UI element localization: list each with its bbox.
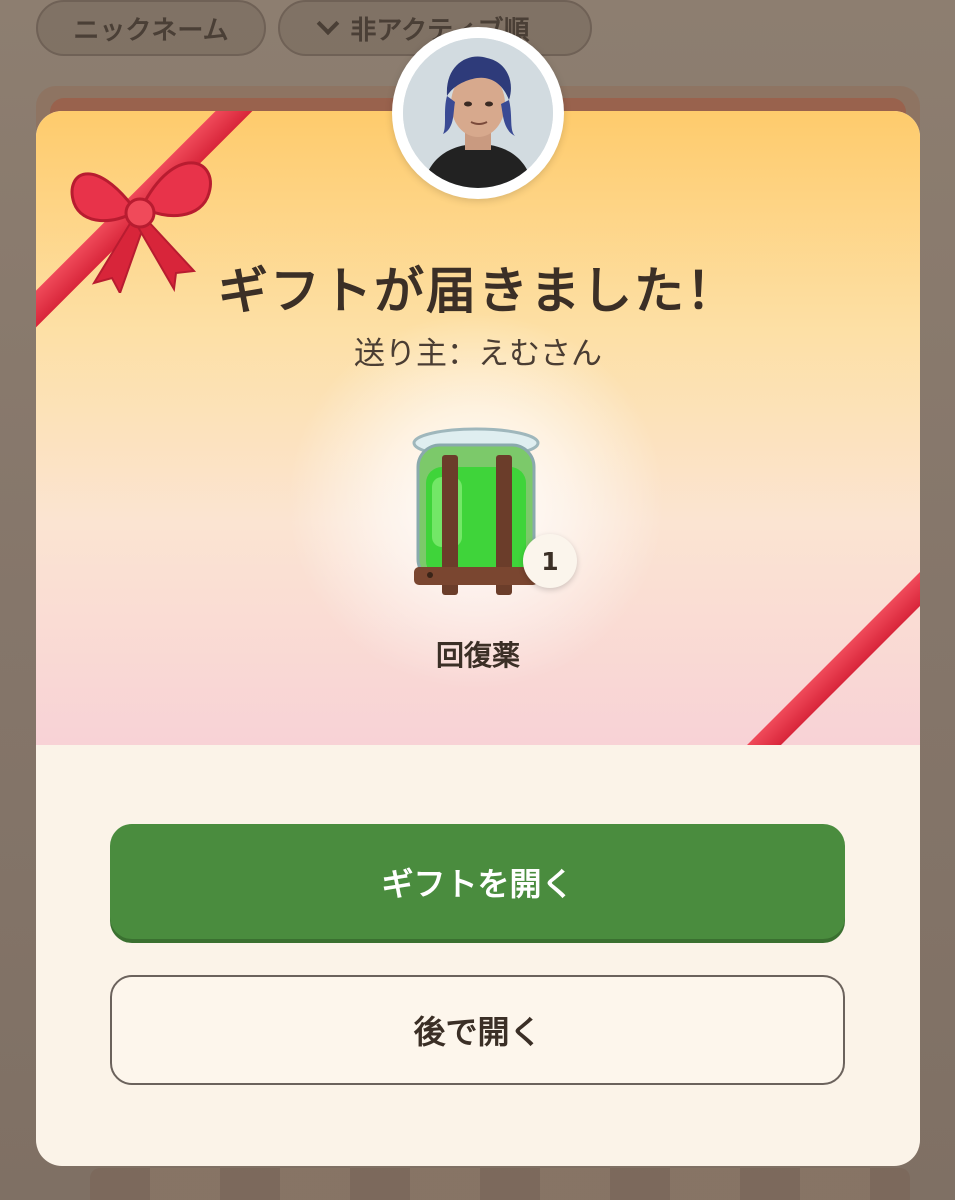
sender-avatar [392, 27, 564, 199]
avatar-image [403, 38, 553, 188]
open-gift-button[interactable]: ギフトを開く [110, 824, 845, 939]
gift-title: ギフトが届きました！ [218, 262, 738, 320]
item-name: 回復薬 [435, 639, 520, 672]
gift-sender: 送り主：えむさん [354, 336, 602, 372]
nickname-filter-label: ニックネーム [73, 15, 229, 46]
background-bottom-strip [90, 1168, 910, 1200]
open-later-button[interactable]: 後で開く [110, 975, 845, 1085]
nickname-filter-chip[interactable]: ニックネーム [36, 0, 266, 56]
gift-modal: ギフトが届きました！ 送り主：えむさん 1 回復薬 ギフトを開く 後で開く [36, 111, 920, 1166]
item-count-badge: 1 [523, 534, 577, 588]
potion-jar-icon [412, 427, 540, 595]
chevron-down-icon [317, 12, 340, 36]
gift-header: ギフトが届きました！ 送り主：えむさん 1 回復薬 [36, 111, 920, 745]
